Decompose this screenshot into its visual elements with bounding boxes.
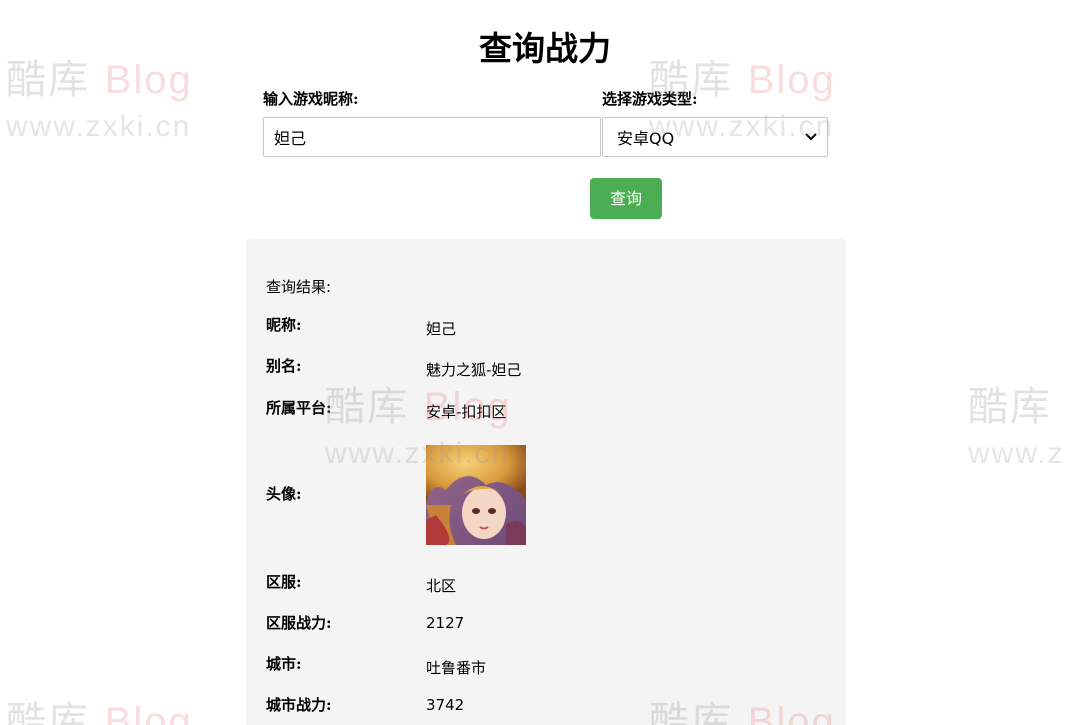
server-power-key: 区服战力:	[266, 614, 332, 632]
page: 查询战力 输入游戏昵称: 选择游戏类型: 安卓QQ 查询 查询结果: 昵称: 妲…	[0, 0, 1073, 725]
platform-key: 所属平台:	[266, 399, 332, 417]
server-power-value: 2127	[426, 614, 465, 632]
game-type-label: 选择游戏类型:	[602, 90, 698, 108]
server-key: 区服:	[266, 573, 302, 591]
alias-key: 别名:	[266, 357, 302, 375]
watermark: 酷库 Blog	[6, 699, 193, 725]
nickname-input[interactable]	[263, 117, 601, 157]
watermark: 酷库 www.z	[968, 384, 1065, 470]
alias-value: 魅力之狐-妲己	[426, 361, 522, 379]
game-type-select[interactable]: 安卓QQ	[602, 117, 828, 157]
city-key: 城市:	[266, 655, 302, 673]
city-power-key: 城市战力:	[266, 696, 332, 714]
platform-value: 安卓-扣扣区	[426, 403, 507, 421]
page-title: 查询战力	[479, 29, 611, 68]
result-title: 查询结果:	[266, 278, 332, 296]
nickname-value: 妲己	[426, 320, 457, 338]
result-panel	[246, 239, 846, 725]
nickname-label: 输入游戏昵称:	[263, 90, 359, 108]
avatar-key: 头像:	[266, 485, 302, 503]
query-button[interactable]: 查询	[590, 178, 662, 219]
game-type-selected: 安卓QQ	[617, 129, 675, 148]
avatar	[426, 445, 526, 545]
watermark: 酷库 Blog www.zxki.cn	[6, 57, 193, 143]
chevron-down-icon	[805, 130, 823, 144]
server-value: 北区	[426, 577, 457, 595]
city-power-value: 3742	[426, 696, 465, 714]
city-value: 吐鲁番市	[426, 659, 487, 677]
nickname-key: 昵称:	[266, 316, 302, 334]
